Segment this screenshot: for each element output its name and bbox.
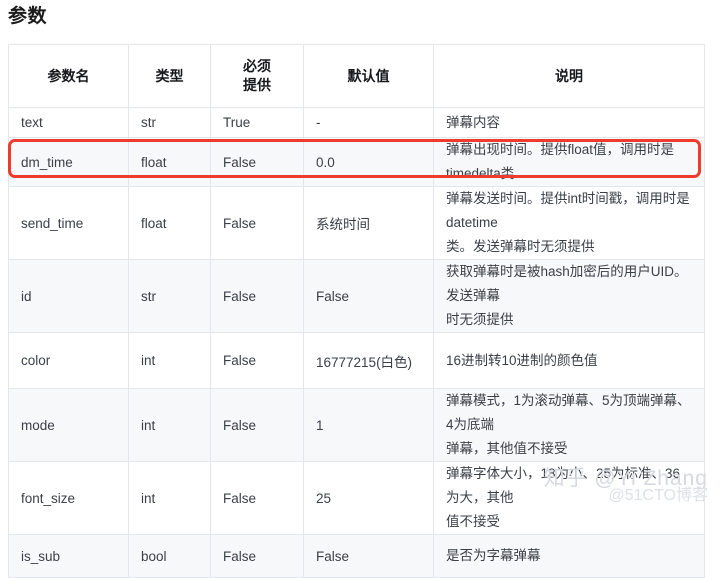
cell-param-default: 1 [303,388,434,462]
description-line-2: 时无须提供 [446,312,514,327]
cell-param-default: False [303,534,434,578]
cell-param-required: False [210,137,304,187]
cell-param-description: 弹幕内容 [433,107,705,138]
table-row: send_time float False 系统时间 弹幕发送时间。提供int时… [8,186,705,260]
cell-param-default: 系统时间 [303,186,434,260]
cell-param-default: 25 [303,461,434,535]
cell-param-name: id [8,259,129,333]
column-header-required-line2: 提供 [243,77,271,93]
cell-param-type: int [128,332,211,389]
description-line-1: 获取弹幕时是被hash加密后的用户UID。发送弹幕 [446,264,688,303]
description-line-1: 是否为字幕弹幕 [446,548,541,563]
cell-param-type: float [128,186,211,260]
table-header: 参数名 类型 必须 提供 默认值 说明 [8,44,705,108]
page-title: 参数 [8,6,48,27]
cell-param-type: int [128,461,211,535]
column-header-required-line1: 必须 [243,58,271,74]
column-header-required: 必须 提供 [210,44,304,108]
cell-param-required: False [210,259,304,333]
cell-param-description: 弹幕出现时间。提供float值，调用时是timedelta类 [433,137,705,187]
description-line-1: 弹幕出现时间。提供float值，调用时是timedelta类 [446,142,675,181]
description-line-1: 弹幕字体大小，18为小、25为标准、36为大，其他 [446,466,681,505]
cell-param-type: str [128,259,211,333]
table-row: dm_time float False 0.0 弹幕出现时间。提供float值，… [8,137,705,187]
cell-param-type: str [128,107,211,138]
column-header-type: 类型 [128,44,211,108]
description-line-1: 16进制转10进制的颜色值 [446,352,598,368]
cell-param-name: text [8,107,129,138]
cell-param-default: - [303,107,434,138]
parameters-table: 参数名 类型 必须 提供 默认值 说明 text str True - 弹幕内容 [8,44,705,578]
description-line-2: 弹幕，其他值不接受 [446,441,568,456]
cell-param-default: 0.0 [303,137,434,187]
cell-param-required: False [210,388,304,462]
table-row: font_size int False 25 弹幕字体大小，18为小、25为标准… [8,461,705,535]
cell-param-type: float [128,137,211,187]
description-line-2: 类。发送弹幕时无须提供 [446,239,595,254]
table-row: id str False False 获取弹幕时是被hash加密后的用户UID。… [8,259,705,333]
table-body: text str True - 弹幕内容 dm_time float False… [8,107,705,578]
description-line-2: 值不接受 [446,514,500,529]
cell-param-description: 弹幕发送时间。提供int时间戳，调用时是datetime 类。发送弹幕时无须提供 [433,186,705,260]
table-row: mode int False 1 弹幕模式，1为滚动弹幕、5为顶端弹幕、4为底端… [8,388,705,462]
cell-param-required: False [210,461,304,535]
table-header-row: 参数名 类型 必须 提供 默认值 说明 [8,44,705,108]
cell-param-name: dm_time [8,137,129,187]
cell-param-type: int [128,388,211,462]
cell-param-name: color [8,332,129,389]
cell-param-default: 16777215(白色) [303,332,434,389]
cell-param-description: 是否为字幕弹幕 [433,534,705,578]
cell-param-name: font_size [8,461,129,535]
cell-param-description: 弹幕模式，1为滚动弹幕、5为顶端弹幕、4为底端 弹幕，其他值不接受 [433,388,705,462]
table-row: is_sub bool False False 是否为字幕弹幕 [8,534,705,578]
cell-param-required: False [210,534,304,578]
cell-param-description: 16进制转10进制的颜色值 [433,332,705,389]
cell-param-name: send_time [8,186,129,260]
cell-param-default: False [303,259,434,333]
cell-param-description: 弹幕字体大小，18为小、25为标准、36为大，其他 值不接受 [433,461,705,535]
cell-param-description: 获取弹幕时是被hash加密后的用户UID。发送弹幕 时无须提供 [433,259,705,333]
column-header-name: 参数名 [8,44,129,108]
cell-param-name: is_sub [8,534,129,578]
cell-param-required: True [210,107,304,138]
column-header-description: 说明 [433,44,705,108]
cell-param-required: False [210,332,304,389]
parameters-table-container: 参数名 类型 必须 提供 默认值 说明 text str True - 弹幕内容 [8,44,705,578]
table-row: color int False 16777215(白色) 16进制转10进制的颜… [8,332,705,389]
description-line-1: 弹幕发送时间。提供int时间戳，调用时是datetime [446,191,690,230]
description-line-1: 弹幕内容 [446,114,500,130]
cell-param-type: bool [128,534,211,578]
cell-param-required: False [210,186,304,260]
column-header-default: 默认值 [303,44,434,108]
description-line-1: 弹幕模式，1为滚动弹幕、5为顶端弹幕、4为底端 [446,393,691,432]
table-row: text str True - 弹幕内容 [8,107,705,138]
cell-param-name: mode [8,388,129,462]
